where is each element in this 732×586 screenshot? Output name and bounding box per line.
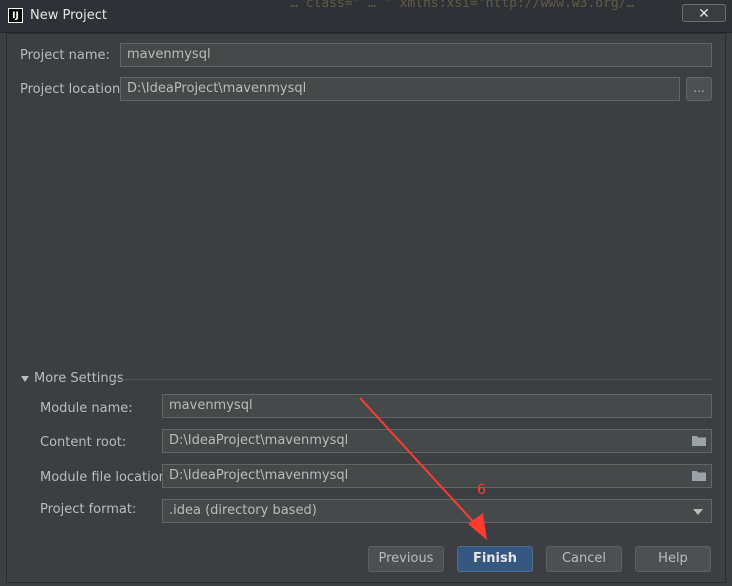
content-root-value: D:\IdeaProject\mavenmysql	[169, 433, 349, 448]
annotation-step-number: 6	[477, 482, 486, 498]
window-title: New Project	[30, 8, 107, 23]
project-name-label: Project name:	[20, 48, 110, 63]
finish-button[interactable]: Finish	[457, 546, 533, 572]
project-format-label: Project format:	[40, 502, 137, 517]
close-button[interactable]: ✕	[682, 4, 726, 22]
cancel-button[interactable]: Cancel	[546, 546, 622, 572]
section-divider	[113, 379, 711, 380]
help-button[interactable]: Help	[635, 546, 711, 572]
project-format-select[interactable]: .idea (directory based)	[162, 499, 712, 523]
title-bar: IJ New Project … class=" … " xmlns:xsi="…	[0, 0, 732, 33]
module-file-location-input[interactable]: D:\IdeaProject\mavenmysql	[162, 464, 712, 488]
more-settings-label: More Settings	[34, 371, 124, 386]
collapse-triangle-icon	[21, 375, 29, 382]
module-file-location-value: D:\IdeaProject\mavenmysql	[169, 468, 349, 483]
intellij-icon: IJ	[8, 8, 23, 23]
project-format-value: .idea (directory based)	[169, 503, 317, 518]
project-location-label: Project location:	[20, 82, 125, 97]
folder-icon[interactable]	[692, 435, 706, 446]
module-name-label: Module name:	[40, 401, 133, 416]
chevron-down-icon	[693, 509, 703, 515]
content-root-label: Content root:	[40, 435, 127, 450]
previous-button[interactable]: Previous	[368, 546, 444, 572]
more-settings-toggle[interactable]: More Settings	[21, 371, 124, 386]
project-location-input[interactable]: D:\IdeaProject\mavenmysql	[120, 77, 680, 101]
module-name-input[interactable]: mavenmysql	[162, 394, 712, 418]
close-icon: ✕	[698, 6, 710, 22]
content-root-input[interactable]: D:\IdeaProject\mavenmysql	[162, 429, 712, 453]
browse-location-button[interactable]: ...	[686, 77, 712, 101]
dialog-content: Project name: mavenmysql Project locatio…	[6, 33, 726, 583]
background-code-text: … class=" … " xmlns:xsi="http://www.w3.o…	[290, 0, 635, 11]
folder-icon[interactable]	[692, 470, 706, 481]
module-file-location-label: Module file location:	[40, 470, 172, 485]
project-name-input[interactable]: mavenmysql	[120, 43, 712, 67]
